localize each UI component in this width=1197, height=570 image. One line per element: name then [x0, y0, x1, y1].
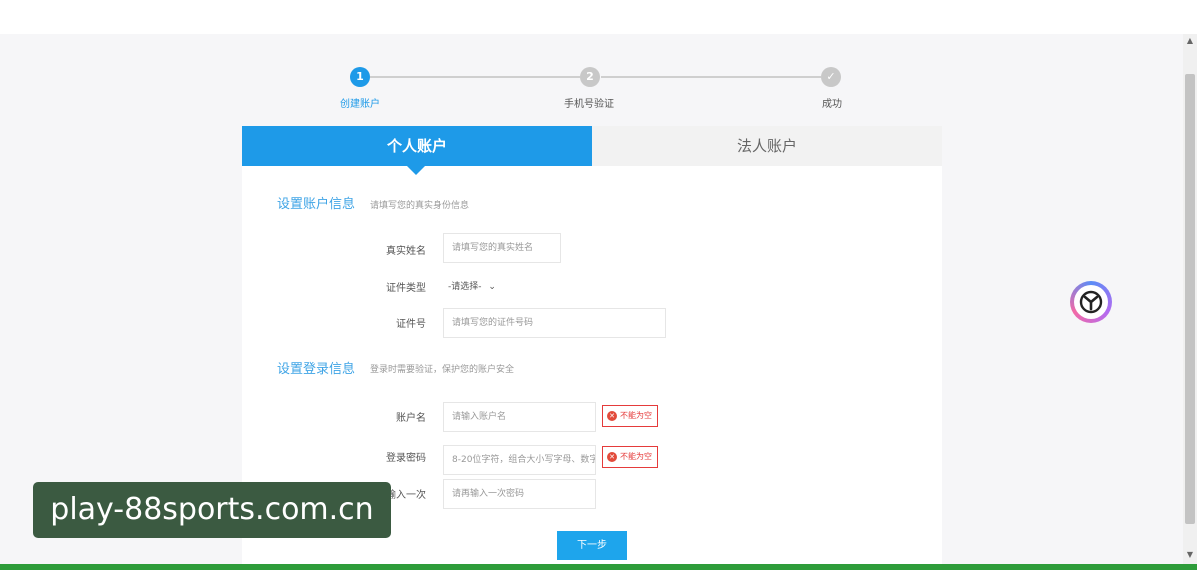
- account-name-label: 账户名: [396, 413, 426, 424]
- id-type-label: 证件类型: [386, 283, 426, 294]
- scroll-down-icon[interactable]: ▼: [1185, 550, 1195, 560]
- password-error: ✕ 不能为空: [602, 446, 658, 468]
- scrollbar-thumb[interactable]: [1185, 74, 1195, 524]
- login-info-title: 设置登录信息: [277, 362, 356, 377]
- tab-active-caret: [407, 166, 425, 175]
- step-3-label: 成功: [822, 99, 842, 110]
- password-input[interactable]: 8-20位字符，组合大小写字母、数字: [443, 445, 596, 475]
- floating-assistant-button[interactable]: [1070, 281, 1112, 323]
- assistant-logo-icon: [1074, 285, 1108, 319]
- login-info-hint: 登录时需要验证，保护您的账户安全: [370, 365, 515, 375]
- id-number-label: 证件号: [396, 319, 426, 330]
- real-name-label: 真实姓名: [386, 246, 426, 257]
- progress-steps: 1 2 ✓ 创建账户 手机号验证 成功: [330, 64, 870, 114]
- chevron-down-icon: ⌄: [488, 282, 496, 292]
- taskbar-strip: [0, 564, 1197, 570]
- error-icon: ✕: [607, 451, 617, 462]
- real-name-input[interactable]: 请填写您的真实姓名: [443, 233, 561, 263]
- password-error-text: 不能为空: [620, 452, 652, 461]
- step-1-indicator: 1: [350, 67, 370, 87]
- next-step-button[interactable]: 下一步: [557, 531, 627, 560]
- account-name-error: ✕ 不能为空: [602, 405, 658, 427]
- step-connector-2: [601, 76, 821, 78]
- confirm-password-input[interactable]: 请再输入一次密码: [443, 479, 596, 509]
- tab-corporate-account[interactable]: 法人账户: [592, 126, 942, 166]
- id-number-input[interactable]: 请填写您的证件号码: [443, 308, 666, 338]
- scroll-up-icon[interactable]: ▲: [1185, 36, 1195, 46]
- account-name-input[interactable]: 请输入账户名: [443, 402, 596, 432]
- browser-top-area: [0, 0, 1197, 34]
- page-scrollbar[interactable]: ▲ ▼: [1183, 34, 1197, 564]
- step-3-check-icon: ✓: [821, 67, 841, 87]
- account-name-error-text: 不能为空: [620, 411, 652, 420]
- watermark-banner: play-88sports.com.cn: [33, 482, 391, 538]
- step-2-indicator: 2: [580, 67, 600, 87]
- step-connector-1: [370, 76, 580, 78]
- account-info-hint: 请填写您的真实身份信息: [370, 201, 470, 211]
- id-type-select[interactable]: -请选择- ⌄: [448, 279, 496, 292]
- tab-personal-account[interactable]: 个人账户: [242, 126, 592, 166]
- id-type-selected-value: -请选择-: [448, 282, 482, 292]
- step-2-label: 手机号验证: [564, 99, 614, 110]
- step-1-label: 创建账户: [340, 99, 380, 110]
- account-info-title: 设置账户信息: [277, 197, 356, 212]
- password-label: 登录密码: [386, 453, 426, 464]
- error-icon: ✕: [607, 410, 617, 421]
